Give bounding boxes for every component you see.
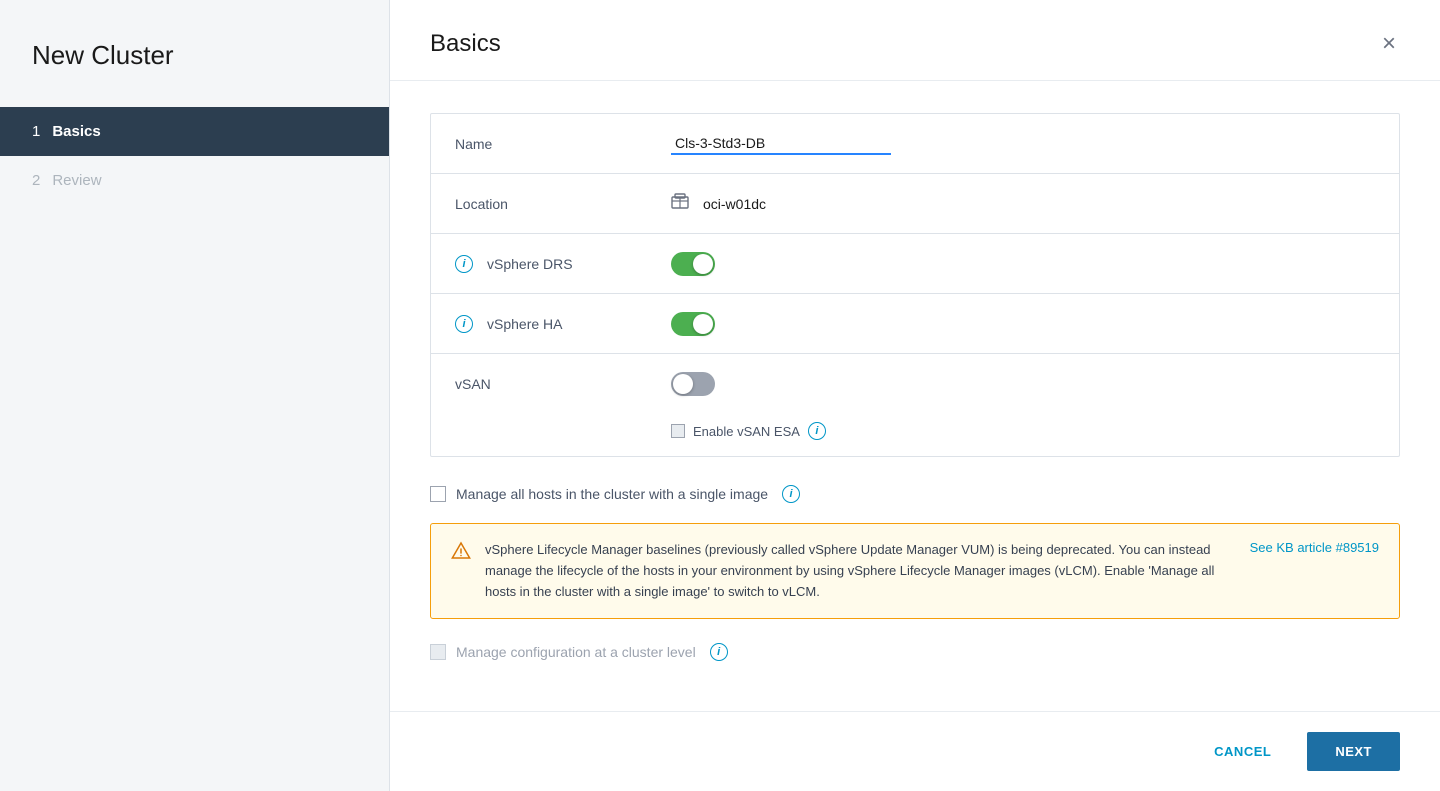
vsphere-ha-value	[651, 296, 1399, 352]
close-button[interactable]: ×	[1378, 28, 1400, 60]
manage-hosts-row: Manage all hosts in the cluster with a s…	[430, 485, 1400, 503]
cancel-button[interactable]: CANCEL	[1190, 734, 1295, 769]
vsphere-drs-info-icon[interactable]: i	[455, 255, 473, 273]
vsphere-drs-label: i vSphere DRS	[431, 238, 651, 289]
name-row: Name	[431, 114, 1399, 174]
vsan-toggle[interactable]	[671, 372, 715, 396]
kb-article-link[interactable]: See KB article #89519	[1250, 540, 1379, 602]
vsan-value	[651, 356, 1399, 412]
vsphere-drs-toggle[interactable]	[671, 252, 715, 276]
step-label-review: Review	[52, 172, 101, 189]
next-button[interactable]: NEXT	[1307, 732, 1400, 771]
sidebar: New Cluster 1 Basics 2 Review	[0, 0, 390, 791]
manage-hosts-checkbox[interactable]	[430, 486, 446, 502]
vsphere-ha-label: i vSphere HA	[431, 298, 651, 349]
form-table: Name Location	[430, 113, 1400, 457]
main-body: Name Location	[390, 81, 1440, 711]
vsan-row: vSAN Enable vSAN ESA i	[431, 354, 1399, 456]
name-value	[651, 117, 1399, 171]
step-number-1: 1	[32, 123, 40, 140]
manage-hosts-info-icon[interactable]: i	[782, 485, 800, 503]
name-label: Name	[431, 120, 651, 168]
vsphere-ha-row: i vSphere HA	[431, 294, 1399, 354]
location-row: Location oci-w01dc	[431, 174, 1399, 234]
main-header: Basics ×	[390, 0, 1440, 81]
step-label-basics: Basics	[52, 123, 100, 140]
enable-vsan-esa-label: Enable vSAN ESA	[693, 424, 800, 439]
sidebar-title: New Cluster	[0, 40, 389, 107]
location-text: oci-w01dc	[703, 196, 766, 212]
datacenter-icon	[671, 193, 689, 214]
vsphere-ha-info-icon[interactable]: i	[455, 315, 473, 333]
step-number-2: 2	[32, 172, 40, 189]
main-panel: Basics × Name Location	[390, 0, 1440, 791]
vsan-sub: Enable vSAN ESA i	[431, 414, 854, 456]
sidebar-step-basics[interactable]: 1 Basics	[0, 107, 389, 156]
manage-config-row: Manage configuration at a cluster level …	[430, 643, 1400, 661]
main-footer: CANCEL NEXT	[390, 711, 1440, 791]
page-title: Basics	[430, 30, 501, 58]
vsphere-ha-toggle[interactable]	[671, 312, 715, 336]
vsan-esa-info-icon[interactable]: i	[808, 422, 826, 440]
vsan-label: vSAN	[431, 360, 651, 408]
manage-config-checkbox	[430, 644, 446, 660]
sidebar-steps: 1 Basics 2 Review	[0, 107, 389, 205]
manage-config-label: Manage configuration at a cluster level	[456, 644, 696, 660]
enable-vsan-esa-checkbox[interactable]	[671, 424, 685, 438]
vsphere-drs-row: i vSphere DRS	[431, 234, 1399, 294]
name-input[interactable]	[671, 133, 891, 155]
manage-hosts-label: Manage all hosts in the cluster with a s…	[456, 486, 768, 502]
vsan-main: vSAN	[431, 354, 1399, 414]
location-label: Location	[431, 180, 651, 228]
manage-config-info-icon[interactable]: i	[710, 643, 728, 661]
location-value: oci-w01dc	[651, 177, 1399, 230]
sidebar-step-review[interactable]: 2 Review	[0, 156, 389, 205]
warning-box: vSphere Lifecycle Manager baselines (pre…	[430, 523, 1400, 619]
vsphere-drs-value	[651, 236, 1399, 292]
warning-icon	[451, 541, 471, 602]
warning-text: vSphere Lifecycle Manager baselines (pre…	[485, 540, 1236, 602]
